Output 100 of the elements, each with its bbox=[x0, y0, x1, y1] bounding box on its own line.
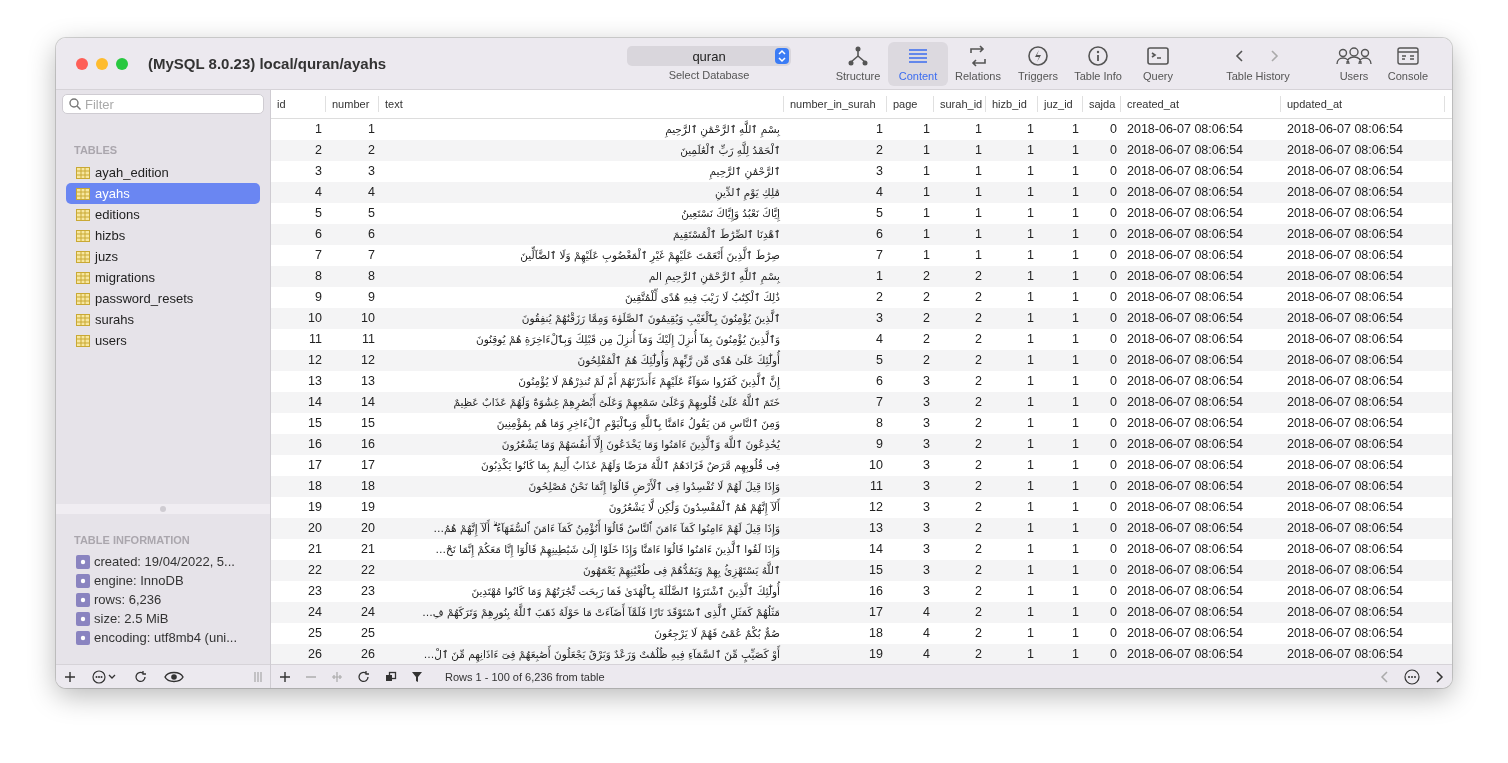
table-cell-text: 3 bbox=[922, 394, 931, 411]
more-options-button[interactable] bbox=[1404, 668, 1420, 685]
table-cell-text: 2018-06-07 08:06:54 bbox=[1286, 541, 1405, 558]
table-cell-text: 2018-06-07 08:06:54 bbox=[1286, 415, 1405, 432]
table-item[interactable]: password_resets bbox=[66, 288, 260, 309]
table-cell-text: 1 bbox=[1071, 121, 1080, 138]
table-cell-text: 5 bbox=[875, 205, 884, 222]
add-button[interactable] bbox=[64, 670, 76, 683]
table-cell-text: 2018-06-07 08:06:54 bbox=[1286, 247, 1405, 264]
table-cell-text: 0 bbox=[1109, 604, 1118, 621]
table-cell-text: 0 bbox=[1109, 268, 1118, 285]
table-cell-text: 2018-06-07 08:06:54 bbox=[1286, 331, 1405, 348]
next-page-button[interactable] bbox=[1434, 669, 1444, 684]
table-cell-text: 1 bbox=[1026, 625, 1035, 642]
table-cell-text: 2 bbox=[974, 268, 983, 285]
column-header[interactable]: number bbox=[326, 96, 379, 112]
network-icon bbox=[847, 45, 869, 67]
table-cell-text: 2018-06-07 08:06:54 bbox=[1286, 352, 1405, 369]
toolbar-button[interactable]: Query bbox=[1128, 41, 1188, 86]
table-cell-text: 1 bbox=[1071, 499, 1080, 516]
resize-handle-icon[interactable] bbox=[254, 670, 262, 683]
table-cell-text: 2 bbox=[974, 541, 983, 558]
table-cell-text: 1 bbox=[974, 121, 983, 138]
table-cell-text: 1 bbox=[1071, 352, 1080, 369]
terminal-icon bbox=[1146, 45, 1170, 67]
copy-button[interactable] bbox=[385, 670, 397, 683]
table-cell-text: 1 bbox=[922, 121, 931, 138]
toolbar-button[interactable]: Triggers bbox=[1008, 41, 1068, 86]
table-item[interactable]: hizbs bbox=[66, 225, 260, 246]
table-item[interactable]: users bbox=[66, 330, 260, 351]
splitter-handle[interactable] bbox=[160, 506, 166, 512]
filter-input[interactable]: Filter bbox=[85, 96, 255, 112]
table-cell-text: 6 bbox=[367, 226, 376, 243]
table-icon bbox=[76, 271, 90, 284]
column-header[interactable]: sajda bbox=[1083, 96, 1121, 112]
table-cell-text: 2 bbox=[922, 268, 931, 285]
eye-button[interactable] bbox=[164, 670, 184, 683]
table-item[interactable]: editions bbox=[66, 204, 260, 225]
column-header[interactable]: page bbox=[887, 96, 934, 112]
table-cell-text: 1 bbox=[1026, 226, 1035, 243]
table-cell-text: 0 bbox=[1109, 625, 1118, 642]
table-cell-text: 9 bbox=[314, 289, 323, 306]
table-cell-text: 2 bbox=[974, 457, 983, 474]
filter-button[interactable] bbox=[411, 670, 423, 683]
table-cell-text: 0 bbox=[1109, 415, 1118, 432]
column-header[interactable]: hizb_id bbox=[986, 96, 1038, 112]
table-item[interactable]: migrations bbox=[66, 267, 260, 288]
column-header[interactable]: text bbox=[379, 96, 784, 112]
refresh-button[interactable] bbox=[357, 669, 371, 684]
table-item[interactable]: surahs bbox=[66, 309, 260, 330]
table-cell-text: 11 bbox=[361, 331, 376, 348]
table-cell-text: 2018-06-07 08:06:54 bbox=[1286, 289, 1405, 306]
table-cell-text: 6 bbox=[314, 226, 323, 243]
table-cell-text: 21 bbox=[360, 541, 376, 558]
info-text: rows: 6,236 bbox=[94, 592, 162, 607]
table-item[interactable]: ayah_edition bbox=[66, 162, 260, 183]
toolbar-button[interactable]: Table History bbox=[1208, 41, 1308, 86]
table-cell-text: 9 bbox=[875, 436, 884, 453]
window-title: (MySQL 8.0.23) local/quran/ayahs bbox=[148, 55, 388, 72]
table-cell-text: 1 bbox=[922, 142, 931, 159]
column-header[interactable]: updated_at bbox=[1281, 96, 1445, 112]
column-header[interactable]: id bbox=[271, 96, 326, 112]
info-bullet-icon bbox=[76, 630, 90, 645]
table-item[interactable]: juzs bbox=[66, 246, 260, 267]
table-cell-text: 2018-06-07 08:06:54 bbox=[1286, 310, 1405, 327]
table-cell-text: 19 bbox=[360, 499, 376, 516]
table-cell-text: 1 bbox=[1026, 604, 1035, 621]
toolbar-button[interactable]: Structure bbox=[828, 41, 888, 86]
toolbar-button[interactable]: Table Info bbox=[1068, 41, 1128, 86]
table-cell-text: 15 bbox=[307, 415, 323, 432]
add-row-button[interactable] bbox=[279, 670, 291, 683]
column-header[interactable]: number_in_surah bbox=[784, 96, 887, 112]
table-cell-text: 2018-06-07 08:06:54 bbox=[1286, 373, 1405, 390]
close-button[interactable] bbox=[76, 57, 88, 70]
column-header[interactable]: juz_id bbox=[1038, 96, 1083, 112]
table-cell-text: 2018-06-07 08:06:54 bbox=[1286, 205, 1405, 222]
table-cell: وَإِذَا قِيلَ لَهُمْ لَا تُفْسِدُوا فِى ٱلْأَرْضِ قَالُوٓا إِنَّمَا نَحْنُ مُصْلِحُونَ bbox=[379, 476, 784, 497]
info-bullet-icon bbox=[76, 592, 90, 607]
table-cell-text: 2 bbox=[974, 352, 983, 369]
toolbar-button[interactable]: Relations bbox=[948, 41, 1008, 86]
table-cell-text: 1 bbox=[1071, 373, 1080, 390]
info-text: created: 19/04/2022, 5... bbox=[94, 554, 235, 569]
more-menu-button[interactable] bbox=[92, 669, 118, 684]
table-cell-text: 7 bbox=[367, 247, 376, 264]
database-dropdown[interactable]: quran bbox=[627, 46, 791, 66]
table-cell-text: 1 bbox=[1071, 436, 1080, 453]
refresh-button[interactable] bbox=[134, 669, 148, 684]
table-cell-text: 2 bbox=[974, 499, 983, 516]
table-cell-text: 22 bbox=[360, 562, 376, 579]
table-cell-text: 2 bbox=[974, 394, 983, 411]
filter-field[interactable]: Filter bbox=[62, 94, 264, 114]
table-cell-text: 4 bbox=[922, 646, 931, 663]
table-cell-text: 3 bbox=[922, 373, 931, 390]
table-cell-text: 2 bbox=[974, 646, 983, 663]
column-header[interactable]: created_at bbox=[1121, 96, 1281, 112]
table-cell-text: 0 bbox=[1109, 226, 1118, 243]
table-cell-text: 2018-06-07 08:06:54 bbox=[1126, 163, 1245, 180]
column-header[interactable]: surah_id bbox=[934, 96, 986, 112]
table-cell-text: 1 bbox=[1026, 415, 1035, 432]
table-cell-text: 12 bbox=[868, 499, 884, 516]
